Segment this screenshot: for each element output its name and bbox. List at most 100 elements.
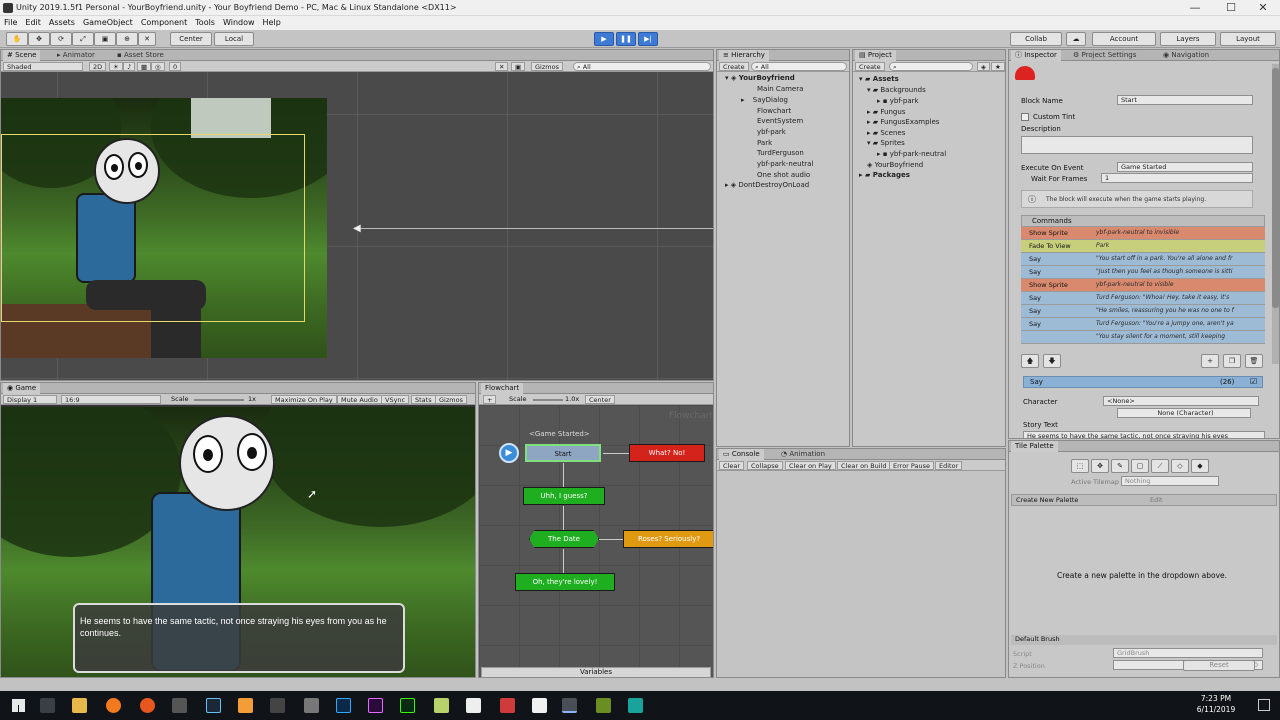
effects-icon[interactable]: ▩ (137, 62, 152, 71)
move-down-icon[interactable]: 🡇 (1043, 354, 1061, 368)
menu-gameobject[interactable]: GameObject (79, 16, 137, 27)
windows-start-icon[interactable] (12, 699, 25, 712)
duplicate-command-icon[interactable]: ❐ (1223, 354, 1241, 368)
brush-dropdown[interactable]: Default Brush (1011, 635, 1277, 645)
console-collapse-toggle[interactable]: Collapse (747, 461, 783, 470)
lighting-icon[interactable]: ☀ (109, 62, 123, 71)
steam-icon[interactable] (206, 698, 221, 713)
command-row[interactable]: Say Turd Ferguson: "Whoa! Hey, take it ea… (1021, 292, 1265, 305)
flow-center-button[interactable]: Center (585, 395, 615, 404)
block-name-input[interactable]: Start (1117, 95, 1253, 105)
clear-on-play-toggle[interactable]: Clear on Play (785, 461, 836, 470)
active-tilemap-dropdown[interactable]: Nothing (1121, 476, 1219, 486)
game-gizmos-toggle[interactable]: Gizmos (435, 395, 467, 404)
command-row[interactable]: Say "Just then you feel as though someone… (1021, 266, 1265, 279)
move-tile-icon[interactable]: ✥ (1091, 459, 1109, 473)
dreamweaver-icon[interactable] (400, 698, 415, 713)
menu-help[interactable]: Help (259, 16, 285, 27)
move-tool-icon[interactable]: ✥ (28, 32, 50, 46)
stats-toggle[interactable]: Stats (411, 395, 436, 404)
custom-tint-checkbox[interactable] (1021, 113, 1029, 121)
menu-assets[interactable]: Assets (45, 16, 79, 27)
command-row[interactable]: Show Sprite ybf-park-neutral to visible (1021, 279, 1265, 292)
dontdestroyonload-root[interactable]: ▸ ◈ DontDestroyOnLoad (725, 181, 809, 189)
scene-search-input[interactable]: ⌕ All (573, 62, 711, 71)
hierarchy-item[interactable]: Flowchart (757, 107, 791, 115)
app-icon[interactable] (500, 698, 515, 713)
flow-scale-slider[interactable] (533, 399, 563, 401)
layers-dropdown[interactable]: Layers (1160, 32, 1216, 46)
editor-dropdown[interactable]: Editor (935, 461, 963, 470)
execute-icon[interactable]: ▶ (499, 443, 519, 463)
hierarchy-item[interactable]: ybf-park (757, 128, 786, 136)
project-search-input[interactable]: ⌕ (889, 62, 973, 71)
app-icon[interactable] (596, 698, 611, 713)
cloud-icon[interactable]: ☁ (1066, 32, 1086, 46)
project-create-dropdown[interactable]: Create (855, 62, 885, 71)
calculator-icon[interactable] (466, 698, 481, 713)
game-view[interactable]: He seems to have the same tactic, not on… (1, 407, 475, 677)
wait-for-frames-input[interactable]: 1 (1101, 173, 1253, 183)
favorite-icon[interactable]: ★ (991, 62, 1005, 71)
audio-source-icon[interactable]: ◀ (353, 223, 361, 234)
pause-button-icon[interactable]: ❚❚ (616, 32, 636, 46)
box-fill-icon[interactable]: ▢ (1131, 459, 1149, 473)
filter-icon[interactable]: ◈ (977, 62, 990, 71)
menu-edit[interactable]: Edit (21, 16, 45, 27)
hierarchy-item[interactable]: EventSystem (757, 117, 803, 125)
story-text-input[interactable]: He seems to have the same tactic, not on… (1023, 431, 1265, 438)
create-palette-dropdown[interactable]: Create New Palette (1016, 496, 1078, 504)
scale-tool-icon[interactable]: ⤢ (72, 32, 94, 46)
pivot-local-button[interactable]: Local (214, 32, 254, 46)
edit-palette-button[interactable]: Edit (1150, 496, 1163, 504)
document-icon[interactable] (532, 698, 547, 713)
firefox-icon[interactable] (140, 698, 155, 713)
play-button-icon[interactable]: ▶ (594, 32, 614, 46)
camera-icon[interactable]: ▣ (511, 62, 526, 71)
tab-tile-palette[interactable]: Tile Palette (1011, 441, 1058, 452)
node-uhh[interactable]: Uhh, I guess? (523, 487, 605, 505)
variables-bar[interactable]: Variables (481, 667, 711, 677)
app-icon[interactable] (270, 698, 285, 713)
2d-toggle[interactable]: 2D (89, 62, 107, 71)
tab-game[interactable]: ◉ Game (3, 383, 41, 394)
hierarchy-create-dropdown[interactable]: Create (719, 62, 749, 71)
command-row[interactable]: Say Turd Ferguson: "You're a jumpy one, a… (1021, 318, 1265, 331)
console-clear-button[interactable]: Clear (719, 461, 744, 470)
node-what-no[interactable]: What? No! (629, 444, 705, 462)
transform-tool-icon[interactable]: ⊕ (116, 32, 138, 46)
mute-audio-toggle[interactable]: Mute Audio (337, 395, 382, 404)
tab-console[interactable]: ▭ Console (719, 449, 764, 460)
command-row[interactable]: Fade To View Park (1021, 240, 1265, 253)
eraser-icon[interactable]: ◇ (1171, 459, 1189, 473)
blender-icon[interactable] (238, 698, 253, 713)
collab-button[interactable]: Collab (1010, 32, 1062, 46)
node-roses[interactable]: Roses? Seriously? (623, 530, 713, 548)
gizmos-dropdown[interactable]: Gizmos (531, 62, 563, 71)
command-row[interactable]: Say "He smiles, reassuring you he was no … (1021, 305, 1265, 318)
enabled-checkbox-icon[interactable]: ☑ (1250, 377, 1257, 386)
error-pause-toggle[interactable]: Error Pause (889, 461, 935, 470)
tab-inspector[interactable]: ⓘ Inspector (1011, 50, 1061, 61)
file-explorer-icon[interactable] (72, 698, 87, 713)
selected-command-header[interactable]: Say (26) ☑ (1023, 376, 1263, 388)
delete-command-icon[interactable]: 🗑 (1245, 354, 1263, 368)
hierarchy-item[interactable]: ▸ SayDialog (741, 96, 788, 104)
premiere-icon[interactable] (368, 698, 383, 713)
menu-window[interactable]: Window (219, 16, 259, 27)
rotate-tool-icon[interactable]: ⟳ (50, 32, 72, 46)
project-item[interactable]: ▸ ▪ ybf-park-neutral (877, 150, 946, 158)
tab-flowchart[interactable]: Flowchart (481, 383, 524, 394)
tab-scene[interactable]: # Scene (3, 50, 41, 61)
node-lovely[interactable]: Oh, they're lovely! (515, 573, 615, 591)
step-button-icon[interactable]: ▶| (638, 32, 658, 46)
task-view-icon[interactable] (40, 698, 55, 713)
shading-dropdown[interactable]: Shaded (3, 62, 83, 71)
select-tool-icon[interactable]: ⬚ (1071, 459, 1089, 473)
scene-tools-icon[interactable]: ✕ (495, 62, 509, 71)
project-item[interactable]: ▸ ▰ FungusExamples (867, 118, 939, 126)
maximize-on-play-toggle[interactable]: Maximize On Play (271, 395, 337, 404)
menu-tools[interactable]: Tools (191, 16, 219, 27)
node-the-date[interactable]: The Date (529, 530, 599, 548)
move-up-icon[interactable]: 🡅 (1021, 354, 1039, 368)
